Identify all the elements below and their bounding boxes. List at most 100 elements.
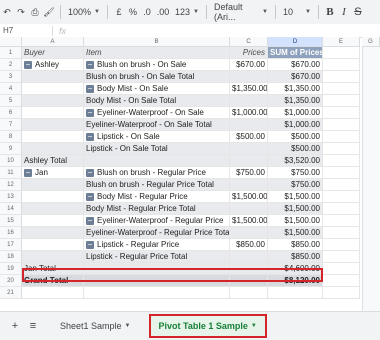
collapse-minus-icon[interactable]: − xyxy=(86,60,94,69)
column-header-g[interactable]: G xyxy=(362,37,380,47)
collapse-minus-icon[interactable]: − xyxy=(86,84,94,93)
cell-a[interactable] xyxy=(22,287,84,299)
collapse-minus-icon[interactable]: − xyxy=(24,60,32,69)
cell-b[interactable]: Lipstick - Regular Price Total xyxy=(84,251,230,263)
cell-a[interactable]: − Ashley xyxy=(22,59,84,71)
cell-e[interactable] xyxy=(323,71,360,83)
cell-reference[interactable]: H7 xyxy=(0,26,52,35)
cell-d[interactable]: $850.00 xyxy=(268,251,323,263)
row-header[interactable]: 13 xyxy=(0,191,22,203)
cell-b[interactable] xyxy=(84,287,230,299)
cell-b[interactable]: − Eyeliner-Waterproof - Regular Price xyxy=(84,215,230,227)
cell-d[interactable]: $1,500.00 xyxy=(268,215,323,227)
tab-sheet1-sample[interactable]: Sheet1 Sample ▼ xyxy=(52,316,139,336)
cell-e[interactable] xyxy=(323,95,360,107)
cell-a[interactable] xyxy=(22,83,84,95)
cell-e[interactable] xyxy=(323,239,360,251)
column-header-a[interactable]: A xyxy=(22,37,84,47)
cell-d[interactable] xyxy=(268,287,323,299)
cell-e[interactable] xyxy=(323,287,360,299)
cell-e[interactable] xyxy=(323,167,360,179)
font-select[interactable]: Default (Ari... ▼ xyxy=(211,2,271,22)
zoom-select[interactable]: 100% ▼ xyxy=(65,3,103,21)
cell-a[interactable] xyxy=(22,131,84,143)
tab-pivot-table-1-sample[interactable]: Pivot Table 1 Sample ▼ xyxy=(148,314,267,338)
row-header[interactable]: 2 xyxy=(0,59,22,71)
cell-b[interactable]: − Eyeliner-Waterproof - On Sale xyxy=(84,107,230,119)
row-header[interactable]: 7 xyxy=(0,119,22,131)
cell-b[interactable]: Blush on brush - On Sale Total xyxy=(84,71,230,83)
collapse-minus-icon[interactable]: − xyxy=(86,168,94,177)
cell-e[interactable] xyxy=(323,155,360,167)
cell-c[interactable] xyxy=(230,251,268,263)
cell-d[interactable]: $1,350.00 xyxy=(268,83,323,95)
cell-b[interactable]: Eyeliner-Waterproof - Regular Price Tota… xyxy=(84,227,230,239)
row-header[interactable]: 15 xyxy=(0,215,22,227)
cell-b[interactable]: Blush on brush - Regular Price Total xyxy=(84,179,230,191)
cell-a[interactable] xyxy=(22,227,84,239)
cell-c[interactable]: $500.00 xyxy=(230,131,268,143)
corner-cell[interactable] xyxy=(0,37,22,47)
cell-d[interactable]: $750.00 xyxy=(268,179,323,191)
cell-e[interactable] xyxy=(323,263,360,275)
row-header[interactable]: 11 xyxy=(0,167,22,179)
cell-b[interactable]: Item xyxy=(84,47,230,59)
cell-a[interactable] xyxy=(22,71,84,83)
cell-a[interactable] xyxy=(22,107,84,119)
redo-icon[interactable]: ↷ xyxy=(14,3,28,21)
print-icon[interactable]: ⎙ xyxy=(28,3,42,21)
cell-c[interactable]: Prices xyxy=(230,47,268,59)
add-sheet-button[interactable]: + xyxy=(6,320,24,332)
cell-a[interactable] xyxy=(22,95,84,107)
cell-d[interactable]: $670.00 xyxy=(268,59,323,71)
cell-e[interactable] xyxy=(323,119,360,131)
cell-c[interactable]: $1,500.00 xyxy=(230,215,268,227)
cell-e[interactable] xyxy=(323,191,360,203)
row-header[interactable]: 14 xyxy=(0,203,22,215)
cell-b[interactable]: − Lipstick - Regular Price xyxy=(84,239,230,251)
cell-e[interactable] xyxy=(323,251,360,263)
vertical-scrollbar[interactable] xyxy=(362,47,380,311)
cell-c[interactable]: $1,500.00 xyxy=(230,191,268,203)
cell-b[interactable]: Lipstick - On Sale Total xyxy=(84,143,230,155)
currency-button[interactable]: £ xyxy=(112,3,126,21)
cell-b[interactable]: − Blush on brush - On Sale xyxy=(84,59,230,71)
cell-e[interactable] xyxy=(323,131,360,143)
increase-decimal-button[interactable]: .00 xyxy=(154,3,172,21)
row-header[interactable]: 16 xyxy=(0,227,22,239)
italic-button[interactable]: I xyxy=(337,3,351,21)
strikethrough-button[interactable]: S xyxy=(351,3,365,21)
cell-a[interactable]: − Jan xyxy=(22,167,84,179)
cell-c[interactable] xyxy=(230,203,268,215)
row-header[interactable]: 12 xyxy=(0,179,22,191)
all-sheets-menu-button[interactable]: ≡ xyxy=(24,320,42,332)
column-header-c[interactable]: C xyxy=(230,37,268,47)
row-header[interactable]: 4 xyxy=(0,83,22,95)
collapse-minus-icon[interactable]: − xyxy=(86,108,94,117)
paint-format-icon[interactable]: 🖌 xyxy=(42,3,56,21)
cell-b[interactable]: − Lipstick - On Sale xyxy=(84,131,230,143)
row-header[interactable]: 1 xyxy=(0,47,22,59)
cell-d[interactable]: $750.00 xyxy=(268,167,323,179)
cell-b[interactable]: Body Mist - On Sale Total xyxy=(84,95,230,107)
cell-a[interactable] xyxy=(22,179,84,191)
collapse-minus-icon[interactable]: − xyxy=(86,192,94,201)
cell-b[interactable] xyxy=(84,155,230,167)
row-header[interactable]: 18 xyxy=(0,251,22,263)
row-header[interactable]: 10 xyxy=(0,155,22,167)
column-header-d[interactable]: D xyxy=(268,37,323,47)
cell-e[interactable] xyxy=(323,275,360,287)
cell-d[interactable]: $1,500.00 xyxy=(268,227,323,239)
cell-e[interactable] xyxy=(323,143,360,155)
row-header[interactable]: 19 xyxy=(0,263,22,275)
cell-c[interactable]: $670.00 xyxy=(230,59,268,71)
cell-a[interactable] xyxy=(22,251,84,263)
cell-e[interactable] xyxy=(323,107,360,119)
cell-e[interactable] xyxy=(323,203,360,215)
cell-c[interactable]: $750.00 xyxy=(230,167,268,179)
cell-c[interactable] xyxy=(230,95,268,107)
cell-b[interactable]: Body Mist - Regular Price Total xyxy=(84,203,230,215)
cell-a[interactable]: Ashley Total xyxy=(22,155,84,167)
column-header-b[interactable]: B xyxy=(84,37,230,47)
format-select[interactable]: 123 ▼ xyxy=(172,3,202,21)
